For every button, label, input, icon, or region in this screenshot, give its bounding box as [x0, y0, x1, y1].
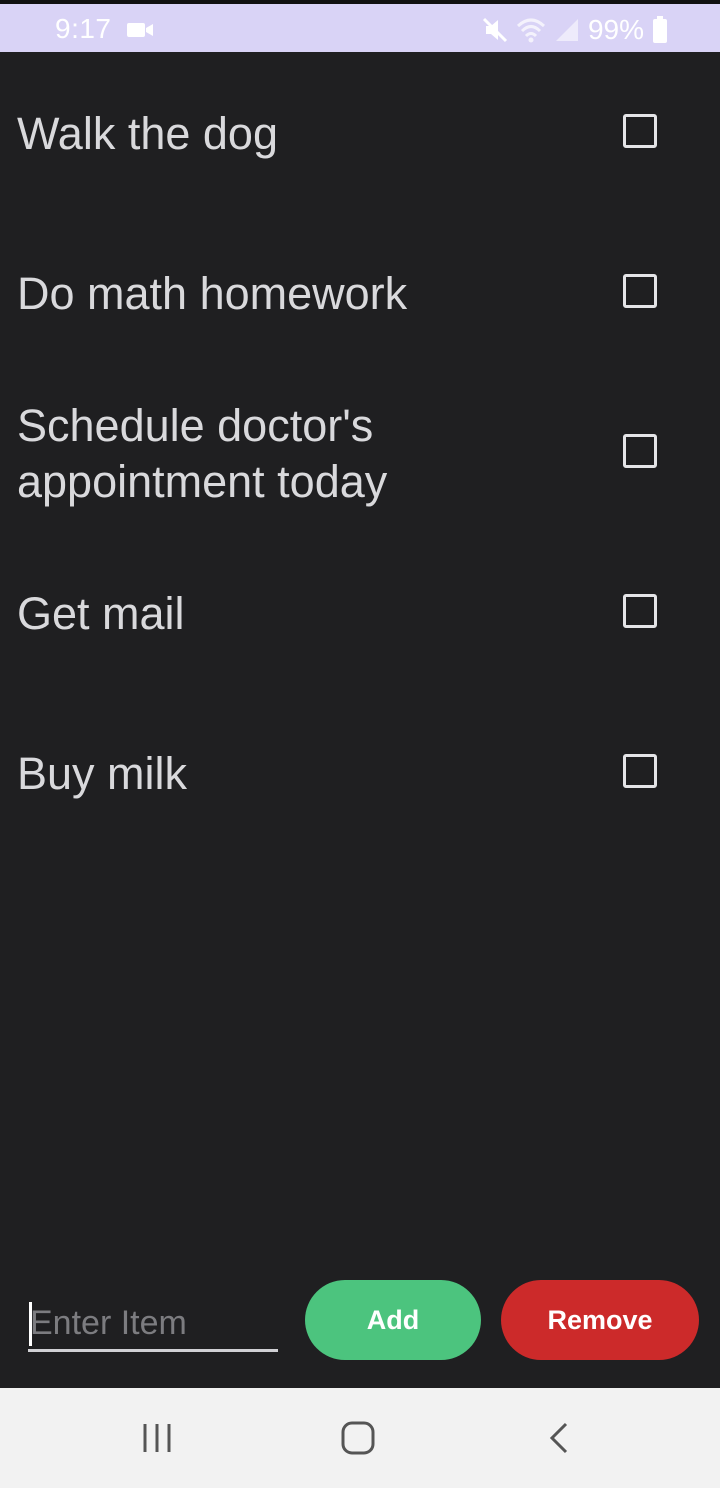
todo-item-text: Schedule doctor's appointment today — [17, 400, 388, 507]
back-button[interactable] — [530, 1408, 590, 1468]
home-button[interactable] — [328, 1408, 388, 1468]
input-area: Add Remove — [0, 1260, 720, 1388]
mute-icon — [482, 17, 508, 43]
add-button[interactable]: Add — [305, 1280, 481, 1360]
home-icon — [341, 1421, 375, 1455]
todo-checkbox[interactable] — [623, 114, 657, 148]
back-icon — [549, 1422, 568, 1454]
battery-icon — [653, 16, 667, 43]
status-icons: 99% — [482, 12, 668, 48]
status-bar: 9:17 99% — [0, 0, 720, 52]
todo-item-text: Walk the dog — [17, 108, 278, 159]
battery-percent: 99% — [587, 14, 644, 45]
video-camera-icon — [127, 23, 153, 37]
todo-checkbox[interactable] — [623, 754, 657, 788]
list-item: Do math homework — [0, 212, 720, 372]
text-cursor — [29, 1302, 32, 1346]
list-item: Get mail — [0, 532, 720, 692]
todo-item-text: Get mail — [17, 588, 185, 639]
todo-checkbox[interactable] — [623, 274, 657, 308]
list-item: Schedule doctor's appointment today — [0, 372, 720, 532]
list-item: Buy milk — [0, 692, 720, 852]
navigation-bar — [0, 1388, 720, 1488]
todo-item-text: Buy milk — [17, 748, 188, 799]
todo-item-text: Do math homework — [17, 268, 408, 319]
signal-icon — [555, 19, 578, 41]
remove-button[interactable]: Remove — [501, 1280, 699, 1360]
recents-button[interactable] — [127, 1408, 187, 1468]
recents-icon — [143, 1424, 171, 1452]
todo-checkbox[interactable] — [623, 434, 657, 468]
list-item: Walk the dog — [0, 52, 720, 212]
todo-checkbox[interactable] — [623, 594, 657, 628]
item-input[interactable] — [28, 1298, 278, 1352]
wifi-icon — [516, 18, 545, 43]
status-time: 9:17 — [55, 13, 112, 44]
